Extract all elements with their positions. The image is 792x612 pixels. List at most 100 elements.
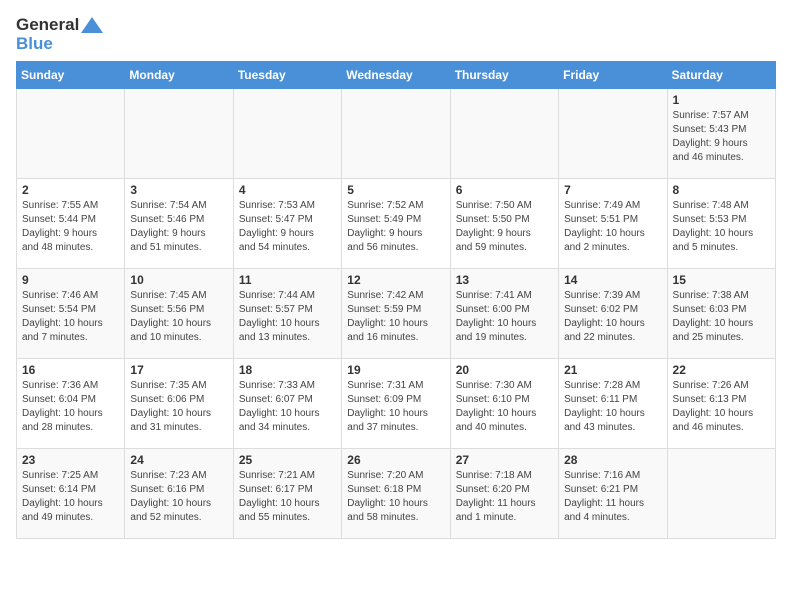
day-cell [125,89,233,179]
day-info: Sunrise: 7:35 AM Sunset: 6:06 PM Dayligh… [130,379,227,435]
day-number: 2 [22,183,119,197]
day-cell [342,89,450,179]
day-number: 24 [130,453,227,467]
day-info: Sunrise: 7:50 AM Sunset: 5:50 PM Dayligh… [456,199,553,255]
day-header-wednesday: Wednesday [342,62,450,89]
day-info: Sunrise: 7:26 AM Sunset: 6:13 PM Dayligh… [673,379,770,435]
day-cell: 17 Sunrise: 7:35 AM Sunset: 6:06 PM Dayli… [125,359,233,449]
day-info: Sunrise: 7:21 AM Sunset: 6:17 PM Dayligh… [239,469,336,525]
day-info: Sunrise: 7:16 AM Sunset: 6:21 PM Dayligh… [564,469,661,525]
day-number: 5 [347,183,444,197]
day-cell: 13 Sunrise: 7:41 AM Sunset: 6:00 PM Dayli… [450,269,558,359]
day-info: Sunrise: 7:54 AM Sunset: 5:46 PM Dayligh… [130,199,227,255]
day-info: Sunrise: 7:46 AM Sunset: 5:54 PM Dayligh… [22,289,119,345]
day-number: 7 [564,183,661,197]
logo-blue-text: Blue [16,35,103,54]
day-number: 15 [673,273,770,287]
day-cell: 24 Sunrise: 7:23 AM Sunset: 6:16 PM Dayli… [125,449,233,539]
day-cell: 25 Sunrise: 7:21 AM Sunset: 6:17 PM Dayli… [233,449,341,539]
day-cell: 16 Sunrise: 7:36 AM Sunset: 6:04 PM Dayli… [17,359,125,449]
day-cell: 23 Sunrise: 7:25 AM Sunset: 6:14 PM Dayli… [17,449,125,539]
day-info: Sunrise: 7:41 AM Sunset: 6:00 PM Dayligh… [456,289,553,345]
day-cell [17,89,125,179]
day-cell: 7 Sunrise: 7:49 AM Sunset: 5:51 PM Daylig… [559,179,667,269]
day-cell: 19Sunrise: 7:31 AM Sunset: 6:09 PM Dayli… [342,359,450,449]
day-cell: 11 Sunrise: 7:44 AM Sunset: 5:57 PM Dayli… [233,269,341,359]
day-info: Sunrise: 7:36 AM Sunset: 6:04 PM Dayligh… [22,379,119,435]
logo-general-text: General [16,16,79,35]
day-info: Sunrise: 7:39 AM Sunset: 6:02 PM Dayligh… [564,289,661,345]
day-number: 16 [22,363,119,377]
day-number: 18 [239,363,336,377]
week-row-5: 23 Sunrise: 7:25 AM Sunset: 6:14 PM Dayli… [17,449,776,539]
day-header-friday: Friday [559,62,667,89]
day-cell: 5 Sunrise: 7:52 AM Sunset: 5:49 PM Daylig… [342,179,450,269]
day-cell: 15 Sunrise: 7:38 AM Sunset: 6:03 PM Dayli… [667,269,775,359]
day-info: Sunrise: 7:23 AM Sunset: 6:16 PM Dayligh… [130,469,227,525]
day-info: Sunrise: 7:49 AM Sunset: 5:51 PM Dayligh… [564,199,661,255]
week-row-4: 16 Sunrise: 7:36 AM Sunset: 6:04 PM Dayli… [17,359,776,449]
day-info: Sunrise: 7:57 AM Sunset: 5:43 PM Dayligh… [673,109,770,165]
day-number: 11 [239,273,336,287]
week-row-2: 2 Sunrise: 7:55 AM Sunset: 5:44 PM Daylig… [17,179,776,269]
day-cell: 2 Sunrise: 7:55 AM Sunset: 5:44 PM Daylig… [17,179,125,269]
day-info: Sunrise: 7:18 AM Sunset: 6:20 PM Dayligh… [456,469,553,525]
day-info: Sunrise: 7:45 AM Sunset: 5:56 PM Dayligh… [130,289,227,345]
day-info: Sunrise: 7:33 AM Sunset: 6:07 PM Dayligh… [239,379,336,435]
day-number: 9 [22,273,119,287]
day-number: 6 [456,183,553,197]
day-number: 28 [564,453,661,467]
day-cell: 4Sunrise: 7:53 AM Sunset: 5:47 PM Daylig… [233,179,341,269]
day-number: 22 [673,363,770,377]
day-cell [450,89,558,179]
day-number: 26 [347,453,444,467]
day-info: Sunrise: 7:38 AM Sunset: 6:03 PM Dayligh… [673,289,770,345]
day-cell: 18 Sunrise: 7:33 AM Sunset: 6:07 PM Dayli… [233,359,341,449]
day-info: Sunrise: 7:28 AM Sunset: 6:11 PM Dayligh… [564,379,661,435]
day-cell [559,89,667,179]
logo-container: General Blue [16,16,103,53]
day-cell [667,449,775,539]
day-number: 3 [130,183,227,197]
day-cell: 26 Sunrise: 7:20 AM Sunset: 6:18 PM Dayli… [342,449,450,539]
day-number: 8 [673,183,770,197]
logo-arrow-icon [81,17,103,33]
day-header-monday: Monday [125,62,233,89]
week-row-3: 9 Sunrise: 7:46 AM Sunset: 5:54 PM Daylig… [17,269,776,359]
day-header-sunday: Sunday [17,62,125,89]
page-header: General Blue [16,16,776,53]
days-header-row: SundayMondayTuesdayWednesdayThursdayFrid… [17,62,776,89]
day-number: 27 [456,453,553,467]
day-cell: 1 Sunrise: 7:57 AM Sunset: 5:43 PM Daylig… [667,89,775,179]
day-cell: 6 Sunrise: 7:50 AM Sunset: 5:50 PM Daylig… [450,179,558,269]
day-cell: 12Sunrise: 7:42 AM Sunset: 5:59 PM Dayli… [342,269,450,359]
day-info: Sunrise: 7:25 AM Sunset: 6:14 PM Dayligh… [22,469,119,525]
day-info: Sunrise: 7:55 AM Sunset: 5:44 PM Dayligh… [22,199,119,255]
day-cell: 8 Sunrise: 7:48 AM Sunset: 5:53 PM Daylig… [667,179,775,269]
day-info: Sunrise: 7:20 AM Sunset: 6:18 PM Dayligh… [347,469,444,525]
week-row-1: 1 Sunrise: 7:57 AM Sunset: 5:43 PM Daylig… [17,89,776,179]
day-cell: 20 Sunrise: 7:30 AM Sunset: 6:10 PM Dayli… [450,359,558,449]
day-header-tuesday: Tuesday [233,62,341,89]
day-cell: 14 Sunrise: 7:39 AM Sunset: 6:02 PM Dayli… [559,269,667,359]
day-number: 12 [347,273,444,287]
day-number: 1 [673,93,770,107]
day-header-saturday: Saturday [667,62,775,89]
day-cell: 27 Sunrise: 7:18 AM Sunset: 6:20 PM Dayli… [450,449,558,539]
day-info: Sunrise: 7:30 AM Sunset: 6:10 PM Dayligh… [456,379,553,435]
day-number: 14 [564,273,661,287]
day-info: Sunrise: 7:52 AM Sunset: 5:49 PM Dayligh… [347,199,444,255]
day-cell: 28 Sunrise: 7:16 AM Sunset: 6:21 PM Dayli… [559,449,667,539]
day-info: Sunrise: 7:48 AM Sunset: 5:53 PM Dayligh… [673,199,770,255]
day-number: 25 [239,453,336,467]
day-number: 21 [564,363,661,377]
day-cell: 10Sunrise: 7:45 AM Sunset: 5:56 PM Dayli… [125,269,233,359]
day-cell: 3 Sunrise: 7:54 AM Sunset: 5:46 PM Daylig… [125,179,233,269]
day-number: 20 [456,363,553,377]
day-info: Sunrise: 7:44 AM Sunset: 5:57 PM Dayligh… [239,289,336,345]
day-number: 17 [130,363,227,377]
day-number: 13 [456,273,553,287]
day-cell [233,89,341,179]
day-cell: 22 Sunrise: 7:26 AM Sunset: 6:13 PM Dayli… [667,359,775,449]
day-number: 23 [22,453,119,467]
